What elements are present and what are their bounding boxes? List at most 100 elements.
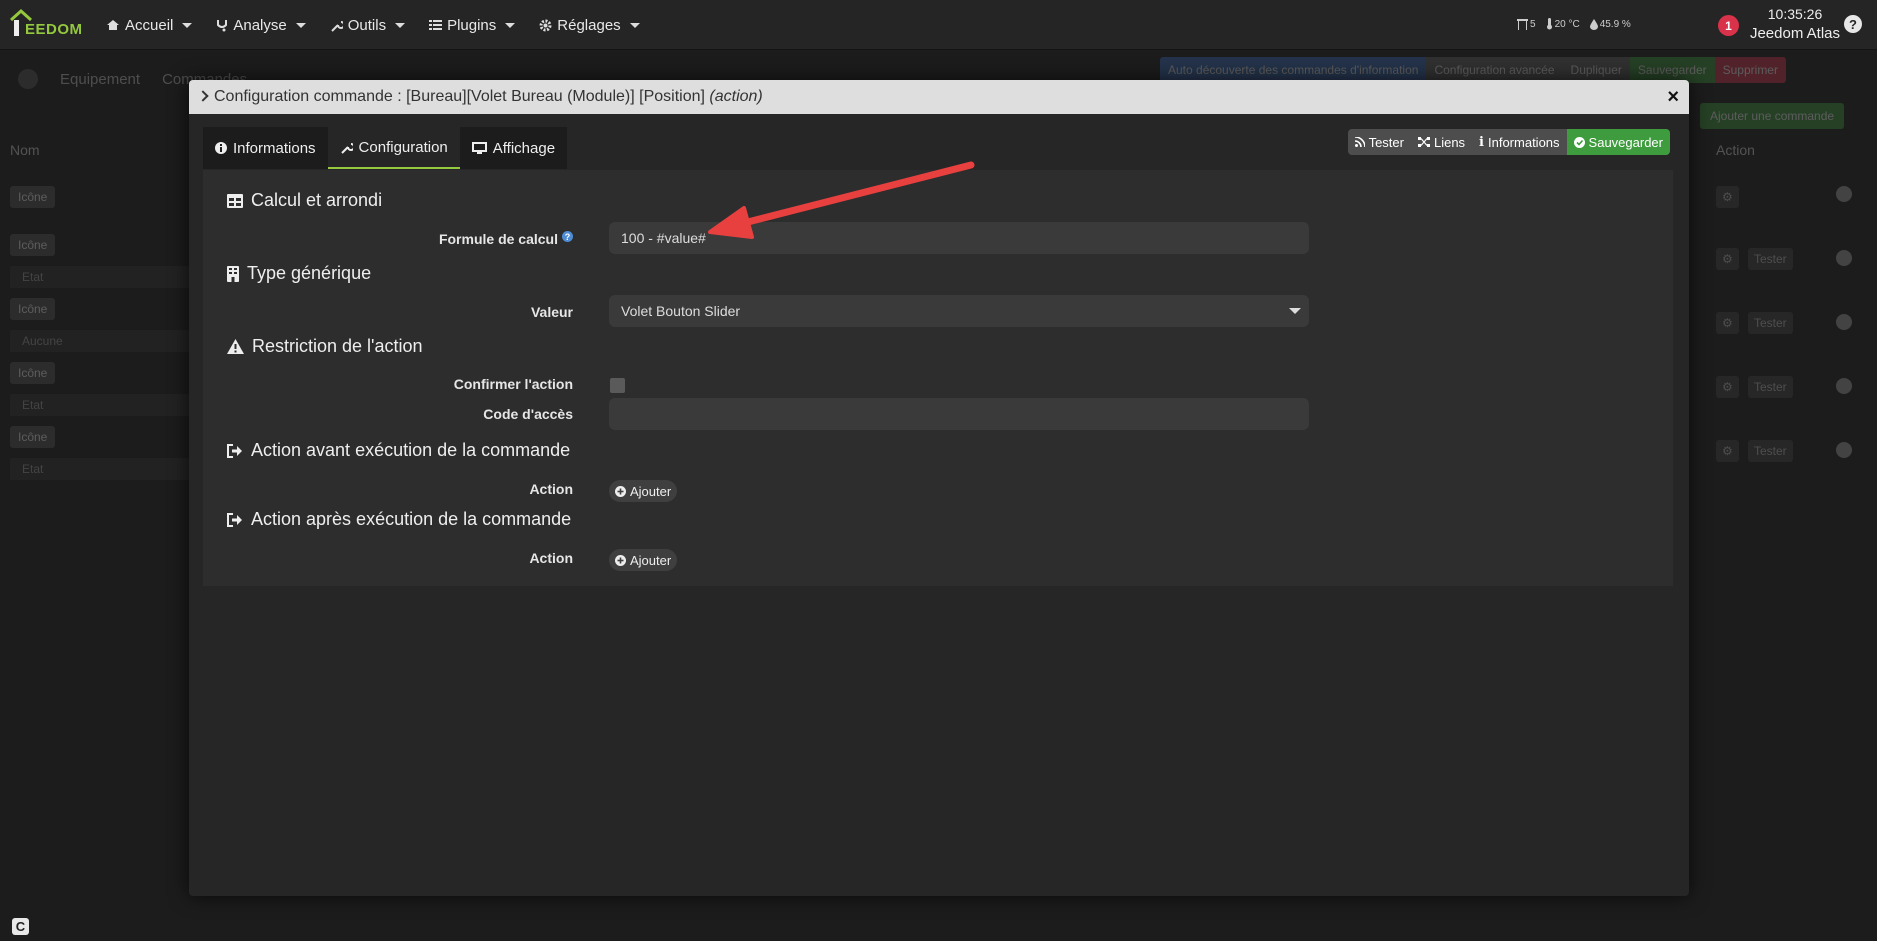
- tab-configuration[interactable]: Configuration: [327, 127, 460, 169]
- menu-outils-label: Outils: [347, 16, 387, 34]
- tasks-icon: [429, 20, 443, 30]
- access-code-label: Code d'accès: [483, 406, 573, 422]
- test-button[interactable]: Tester: [1748, 312, 1793, 334]
- generic-type-select[interactable]: Volet Bouton Slider: [609, 295, 1309, 327]
- caret-down-icon: [295, 22, 306, 28]
- test-button[interactable]: Tester: [1748, 376, 1793, 398]
- save-button-label: Sauvegarder: [1588, 134, 1663, 150]
- droplet-icon: [1589, 18, 1598, 30]
- info-subrow: Aucune: [10, 330, 195, 352]
- links-button[interactable]: Liens: [1410, 129, 1473, 155]
- menu-outils[interactable]: Outils: [318, 0, 417, 50]
- icon-chip[interactable]: Icône: [10, 362, 56, 384]
- gears-icon[interactable]: ⚙: [1716, 186, 1739, 208]
- remove-icon[interactable]: [1836, 442, 1852, 458]
- shutter-status: 5: [1517, 18, 1536, 30]
- info-subrow: Etat: [10, 394, 195, 416]
- tab-affichage[interactable]: Affichage: [459, 127, 568, 169]
- back-arrow-icon[interactable]: [18, 69, 38, 89]
- corner-c-icon[interactable]: C: [12, 918, 29, 935]
- informations-button-label: Informations: [1488, 134, 1560, 150]
- before-action-label: Action: [529, 481, 573, 497]
- info-subrow: Etat: [10, 266, 195, 288]
- modal-title: Configuration commande : [Bureau][Volet …: [214, 88, 763, 106]
- close-icon[interactable]: ×: [1667, 86, 1679, 109]
- remove-icon[interactable]: [1836, 314, 1852, 330]
- main-menu: Accueil Analyse Outils Plugins Réglages: [94, 0, 652, 50]
- caret-down-icon: [629, 22, 640, 28]
- table-icon: [227, 193, 243, 208]
- plus-circle-icon: [615, 485, 626, 497]
- plus-circle-icon: [615, 554, 626, 566]
- menu-reglages-label: Réglages: [557, 16, 621, 34]
- confirm-checkbox[interactable]: [610, 378, 625, 393]
- remove-icon[interactable]: [1836, 250, 1852, 266]
- icon-chip[interactable]: Icône: [10, 234, 56, 256]
- wrench-icon: [340, 142, 353, 154]
- remove-icon[interactable]: [1836, 186, 1852, 202]
- icon-chip[interactable]: Icône: [10, 426, 56, 448]
- add-after-action-button[interactable]: Ajouter: [609, 549, 678, 571]
- column-action-header: Action: [1716, 142, 1755, 158]
- tab-equipement[interactable]: Equipement: [60, 71, 140, 88]
- section-after: Action après exécution de la commande: [227, 509, 571, 530]
- shutter-icon: [1517, 18, 1528, 30]
- modal-header: Configuration commande : [Bureau][Volet …: [189, 80, 1689, 114]
- add-command-button[interactable]: Ajouter une commande: [1700, 103, 1845, 129]
- humidity-status: 45.9 %: [1589, 18, 1631, 30]
- access-code-input[interactable]: [609, 398, 1309, 430]
- save-button[interactable]: Sauvegarder: [1566, 129, 1670, 155]
- notification-badge[interactable]: 1: [1718, 15, 1739, 36]
- icon-chip[interactable]: Icône: [10, 186, 56, 208]
- check-circle-icon: [1573, 136, 1585, 148]
- humidity-value: 45.9 %: [1599, 18, 1631, 30]
- stethoscope-icon: [217, 19, 228, 31]
- caret-down-icon: [1289, 308, 1301, 314]
- delete-button[interactable]: Supprimer: [1714, 57, 1786, 83]
- shutter-value: 5: [1530, 18, 1536, 30]
- gears-icon[interactable]: ⚙: [1716, 248, 1739, 270]
- add-before-action-button[interactable]: Ajouter: [609, 480, 678, 502]
- gears-icon[interactable]: ⚙: [1716, 440, 1739, 462]
- menu-plugins-label: Plugins: [447, 16, 497, 34]
- after-action-label: Action: [529, 550, 573, 566]
- warning-icon: [227, 339, 244, 354]
- help-icon[interactable]: ?: [1844, 15, 1862, 33]
- value-label: Valeur: [530, 304, 573, 320]
- gears-icon[interactable]: ⚙: [1716, 376, 1739, 398]
- informations-button[interactable]: i Informations: [1472, 129, 1567, 155]
- confirm-label: Confirmer l'action: [453, 376, 573, 392]
- formula-label-text: Formule de calcul: [438, 231, 558, 247]
- clock-time: 10:35:26: [1767, 6, 1823, 22]
- add-after-action-label: Ajouter: [630, 552, 672, 568]
- gears-icon[interactable]: ⚙: [1716, 312, 1739, 334]
- menu-analyse[interactable]: Analyse: [204, 0, 317, 50]
- test-button[interactable]: Tester: [1347, 129, 1411, 155]
- icon-chip[interactable]: Icône: [10, 298, 56, 320]
- modal-actions: Tester Liens i Informations Sauvegarder: [1347, 129, 1670, 155]
- test-button[interactable]: Tester: [1748, 248, 1793, 270]
- gear-icon: [539, 19, 552, 31]
- caret-down-icon: [505, 22, 516, 28]
- chevron-right-icon: [197, 90, 209, 102]
- wrench-icon: [331, 20, 343, 32]
- clock-user[interactable]: 10:35:26 Jeedom Atlas: [1740, 6, 1850, 42]
- modal-tabs: Informations Configuration Affichage: [203, 127, 568, 169]
- menu-reglages[interactable]: Réglages: [527, 0, 651, 50]
- test-button[interactable]: Tester: [1748, 440, 1793, 462]
- modal-title-main: Configuration commande : [Bureau][Volet …: [214, 88, 710, 105]
- question-circle-icon[interactable]: ?: [562, 231, 573, 242]
- tab-informations[interactable]: Informations: [203, 127, 328, 169]
- info-circle-icon: [215, 142, 227, 154]
- remove-icon[interactable]: [1836, 378, 1852, 394]
- section-calc-title: Calcul et arrondi: [251, 190, 383, 210]
- menu-plugins[interactable]: Plugins: [417, 0, 527, 50]
- menu-analyse-label: Analyse: [233, 16, 287, 34]
- jeedom-logo[interactable]: EEDOM: [6, 6, 82, 40]
- weather-widget: 5 20 °C 45.9 %: [1517, 18, 1631, 30]
- generic-type-selected: Volet Bouton Slider: [621, 303, 741, 319]
- formula-input[interactable]: 100 - #value#: [609, 222, 1309, 254]
- menu-accueil[interactable]: Accueil: [94, 0, 204, 50]
- section-generic-title: Type générique: [247, 263, 372, 283]
- modal-title-type: (action): [709, 88, 763, 105]
